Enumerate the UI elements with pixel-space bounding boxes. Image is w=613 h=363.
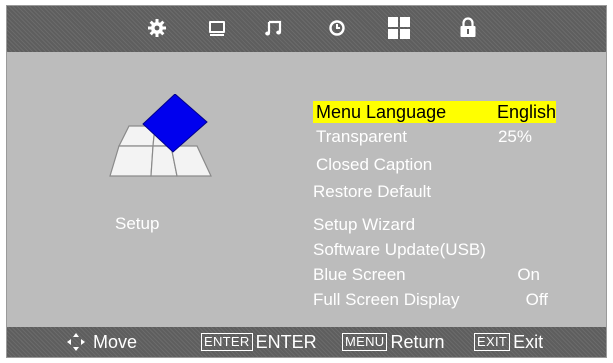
menu-item-label: Full Screen Display	[313, 290, 460, 309]
menu-item-value: English	[496, 102, 556, 122]
menu-item-transparent[interactable]: Transparent 25%	[313, 126, 556, 148]
menu-item-setup-wizard[interactable]: Setup Wizard	[313, 214, 556, 236]
panel-title: Setup	[115, 214, 160, 233]
hint-exit-label: Exit	[513, 331, 544, 352]
tab-picture[interactable]	[203, 14, 231, 42]
hint-move: Move	[65, 327, 137, 357]
menu-item-label: Software Update(USB)	[313, 240, 486, 259]
music-note-icon	[265, 20, 282, 36]
setup-graphic	[107, 93, 217, 189]
menu-item-closed-caption[interactable]: Closed Caption	[313, 154, 556, 176]
menu-item-label: Blue Screen	[313, 265, 406, 284]
arrows-icon	[67, 333, 85, 351]
menu-item-value: Off	[525, 290, 548, 309]
menu-item-value: 25%	[497, 127, 532, 146]
tab-time[interactable]	[323, 14, 351, 42]
menu-item-blue-screen[interactable]: Blue Screen On	[313, 264, 556, 286]
menu-item-label: Restore Default	[313, 182, 432, 201]
menu-item-label: Closed Caption	[316, 155, 433, 174]
monitor-icon	[209, 21, 225, 36]
grid-icon	[388, 17, 410, 39]
menu-item-label: Transparent	[316, 127, 408, 146]
enter-key-icon: ENTER	[201, 333, 253, 351]
tab-sound[interactable]	[260, 14, 288, 42]
menu-item-value: On	[517, 265, 540, 284]
hint-enter: ENTER ENTER	[201, 327, 317, 357]
clock-icon	[329, 20, 345, 36]
exit-key-icon: EXIT	[474, 333, 511, 351]
tab-options[interactable]	[385, 14, 413, 42]
menu-item-software-update[interactable]: Software Update(USB)	[313, 239, 556, 261]
hint-enter-label: ENTER	[255, 331, 317, 352]
menu-item-full-screen-display[interactable]: Full Screen Display Off	[313, 289, 556, 311]
hint-return-label: Return	[390, 331, 445, 352]
tab-lock[interactable]	[454, 14, 482, 42]
hint-move-label: Move	[93, 331, 138, 352]
setup-cube-icon	[109, 93, 212, 177]
menu-item-menu-language[interactable]: Menu Language English	[313, 101, 556, 123]
menu-item-label: Setup Wizard	[313, 215, 416, 234]
menu-key-icon: MENU	[342, 333, 388, 351]
category-tab-bar	[7, 6, 606, 52]
hint-return: MENU Return	[342, 327, 445, 357]
menu-item-label: Menu Language	[316, 102, 447, 122]
osd-window: Setup Menu Language English Transparent …	[6, 5, 607, 358]
gear-icon	[148, 19, 166, 37]
hint-exit: EXIT Exit	[474, 327, 543, 357]
tab-setup[interactable]	[143, 14, 171, 42]
menu-item-restore-default[interactable]: Restore Default	[313, 181, 556, 203]
key-hint-bar: Move ENTER ENTER MENU Return EXIT Exit	[7, 327, 606, 357]
lock-icon	[460, 17, 476, 37]
